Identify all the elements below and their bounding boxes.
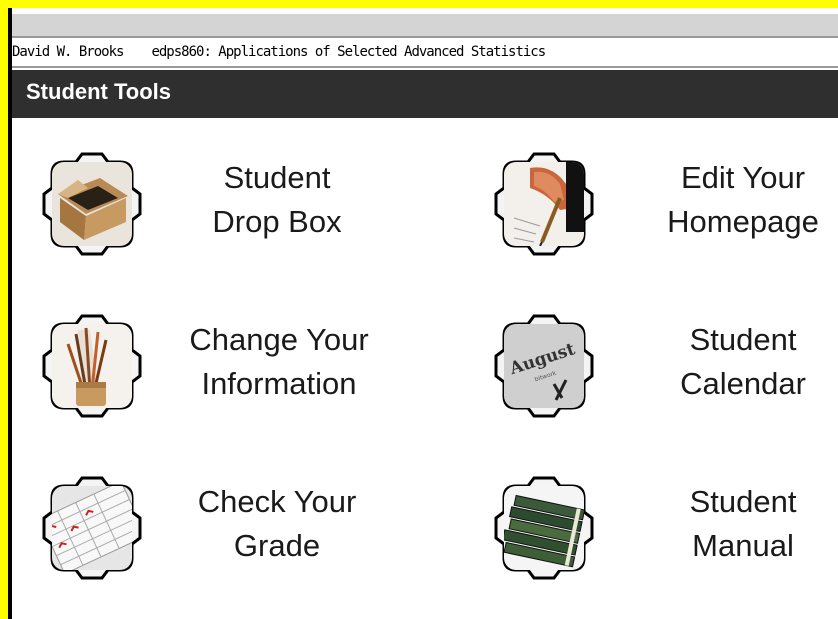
tool-edit-your-homepage[interactable]: Edit Your Homepage: [452, 126, 838, 276]
top-toolbar-strip: [12, 14, 838, 38]
tool-change-your-information[interactable]: Change Your Information: [12, 288, 412, 438]
tool-check-your-grade[interactable]: Check Your Grade: [12, 450, 412, 600]
tool-label: Student Drop Box: [212, 160, 342, 239]
tool-label: Student Manual: [689, 484, 797, 563]
course-bar: David W. Brooks edps860: Applications of …: [12, 38, 838, 68]
tool-label: Edit Your Homepage: [667, 160, 819, 239]
cardboard-box-icon: [42, 152, 142, 256]
tool-label: Change Your Information: [189, 322, 369, 401]
paintbrushes-icon: [42, 314, 142, 418]
tool-label: Student Calendar: [680, 322, 806, 401]
section-header: Student Tools: [12, 70, 838, 118]
tool-student-calendar[interactable]: August bitwork Student Calendar: [452, 288, 838, 438]
tool-student-manual[interactable]: Student Manual: [452, 450, 838, 600]
page-title: Student Tools: [26, 79, 172, 104]
pen-writing-icon: [494, 152, 594, 256]
tool-student-drop-box[interactable]: Student Drop Box: [12, 126, 412, 276]
outer-frame-top: [0, 0, 838, 8]
student-tools-page: David W. Brooks edps860: Applications of …: [12, 8, 838, 619]
books-icon: [494, 476, 594, 580]
tool-label: Check Your Grade: [197, 484, 357, 563]
course-title: edps860: Applications of Selected Advanc…: [151, 44, 546, 60]
gradebook-icon: [42, 476, 142, 580]
calendar-icon: August bitwork: [494, 314, 594, 418]
outer-frame-left: [0, 0, 8, 619]
user-name: David W. Brooks: [12, 44, 124, 60]
